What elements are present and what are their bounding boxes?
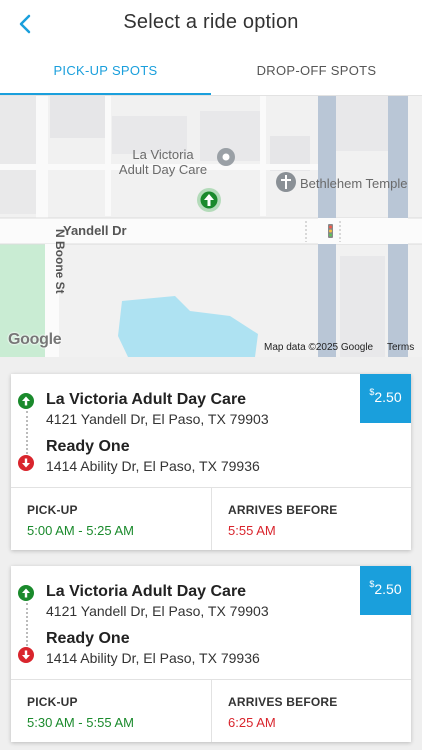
ride-option-card[interactable]: $2.50 La Victoria Adult Day Care 4121 Ya… (11, 374, 411, 550)
dropoff-address: 1414 Ability Dr, El Paso, TX 79936 (46, 650, 260, 666)
price-value: 2.50 (374, 389, 402, 405)
tab-pick-up-spots[interactable]: PICK-UP SPOTS (0, 48, 211, 96)
arrives-before-label: ARRIVES BEFORE (228, 503, 338, 517)
route-dotted-line (26, 603, 28, 646)
google-logo: Google (8, 331, 62, 348)
route-dotted-line (26, 411, 28, 454)
dropoff-address: 1414 Ability Dr, El Paso, TX 79936 (46, 458, 260, 474)
map-attribution: Map data ©2025 Google (264, 342, 374, 353)
price-currency: $ (369, 387, 375, 397)
arrives-before-label: ARRIVES BEFORE (228, 695, 338, 709)
price-currency: $ (369, 579, 375, 589)
pickup-arrow-icon (18, 585, 34, 601)
map-church-label: Bethlehem Temple (300, 176, 408, 191)
tab-drop-off-spots[interactable]: DROP-OFF SPOTS (211, 48, 422, 96)
map-view[interactable]: La Victoria Adult Day Care Bethlehem Tem… (0, 96, 422, 357)
dropoff-name: Ready One (46, 438, 130, 455)
card-column-divider (211, 679, 212, 742)
dropoff-arrow-icon (18, 455, 34, 471)
page-title: Select a ride option (123, 11, 299, 33)
pickup-window-label: PICK-UP (27, 503, 78, 517)
ride-option-card[interactable]: $2.50 La Victoria Adult Day Care 4121 Ya… (11, 566, 411, 742)
dropoff-arrow-icon (18, 647, 34, 663)
card-column-divider (211, 487, 212, 550)
tab-bar: PICK-UP SPOTS DROP-OFF SPOTS (0, 48, 422, 96)
pickup-name: La Victoria Adult Day Care (46, 583, 247, 600)
pickup-arrow-icon (18, 393, 34, 409)
arrives-before-value: 6:25 AM (228, 715, 276, 730)
pickup-name: La Victoria Adult Day Care (46, 391, 247, 408)
price-badge[interactable]: $2.50 (360, 566, 411, 615)
pickup-address: 4121 Yandell Dr, El Paso, TX 79903 (46, 411, 269, 427)
pickup-window-label: PICK-UP (27, 695, 78, 709)
pickup-window-value: 5:30 AM - 5:55 AM (27, 715, 134, 730)
pickup-window-value: 5:00 AM - 5:25 AM (27, 523, 134, 538)
app-header: Select a ride option (0, 0, 422, 48)
pickup-address: 4121 Yandell Dr, El Paso, TX 79903 (46, 603, 269, 619)
price-badge[interactable]: $2.50 (360, 374, 411, 423)
price-value: 2.50 (374, 581, 402, 597)
map-terms-link[interactable]: Terms (387, 342, 414, 353)
map-street-label: Yandell Dr (63, 223, 127, 238)
map-poi-label: La Victoria Adult Day Care (118, 147, 208, 177)
arrives-before-value: 5:55 AM (228, 523, 276, 538)
dropoff-name: Ready One (46, 630, 130, 647)
